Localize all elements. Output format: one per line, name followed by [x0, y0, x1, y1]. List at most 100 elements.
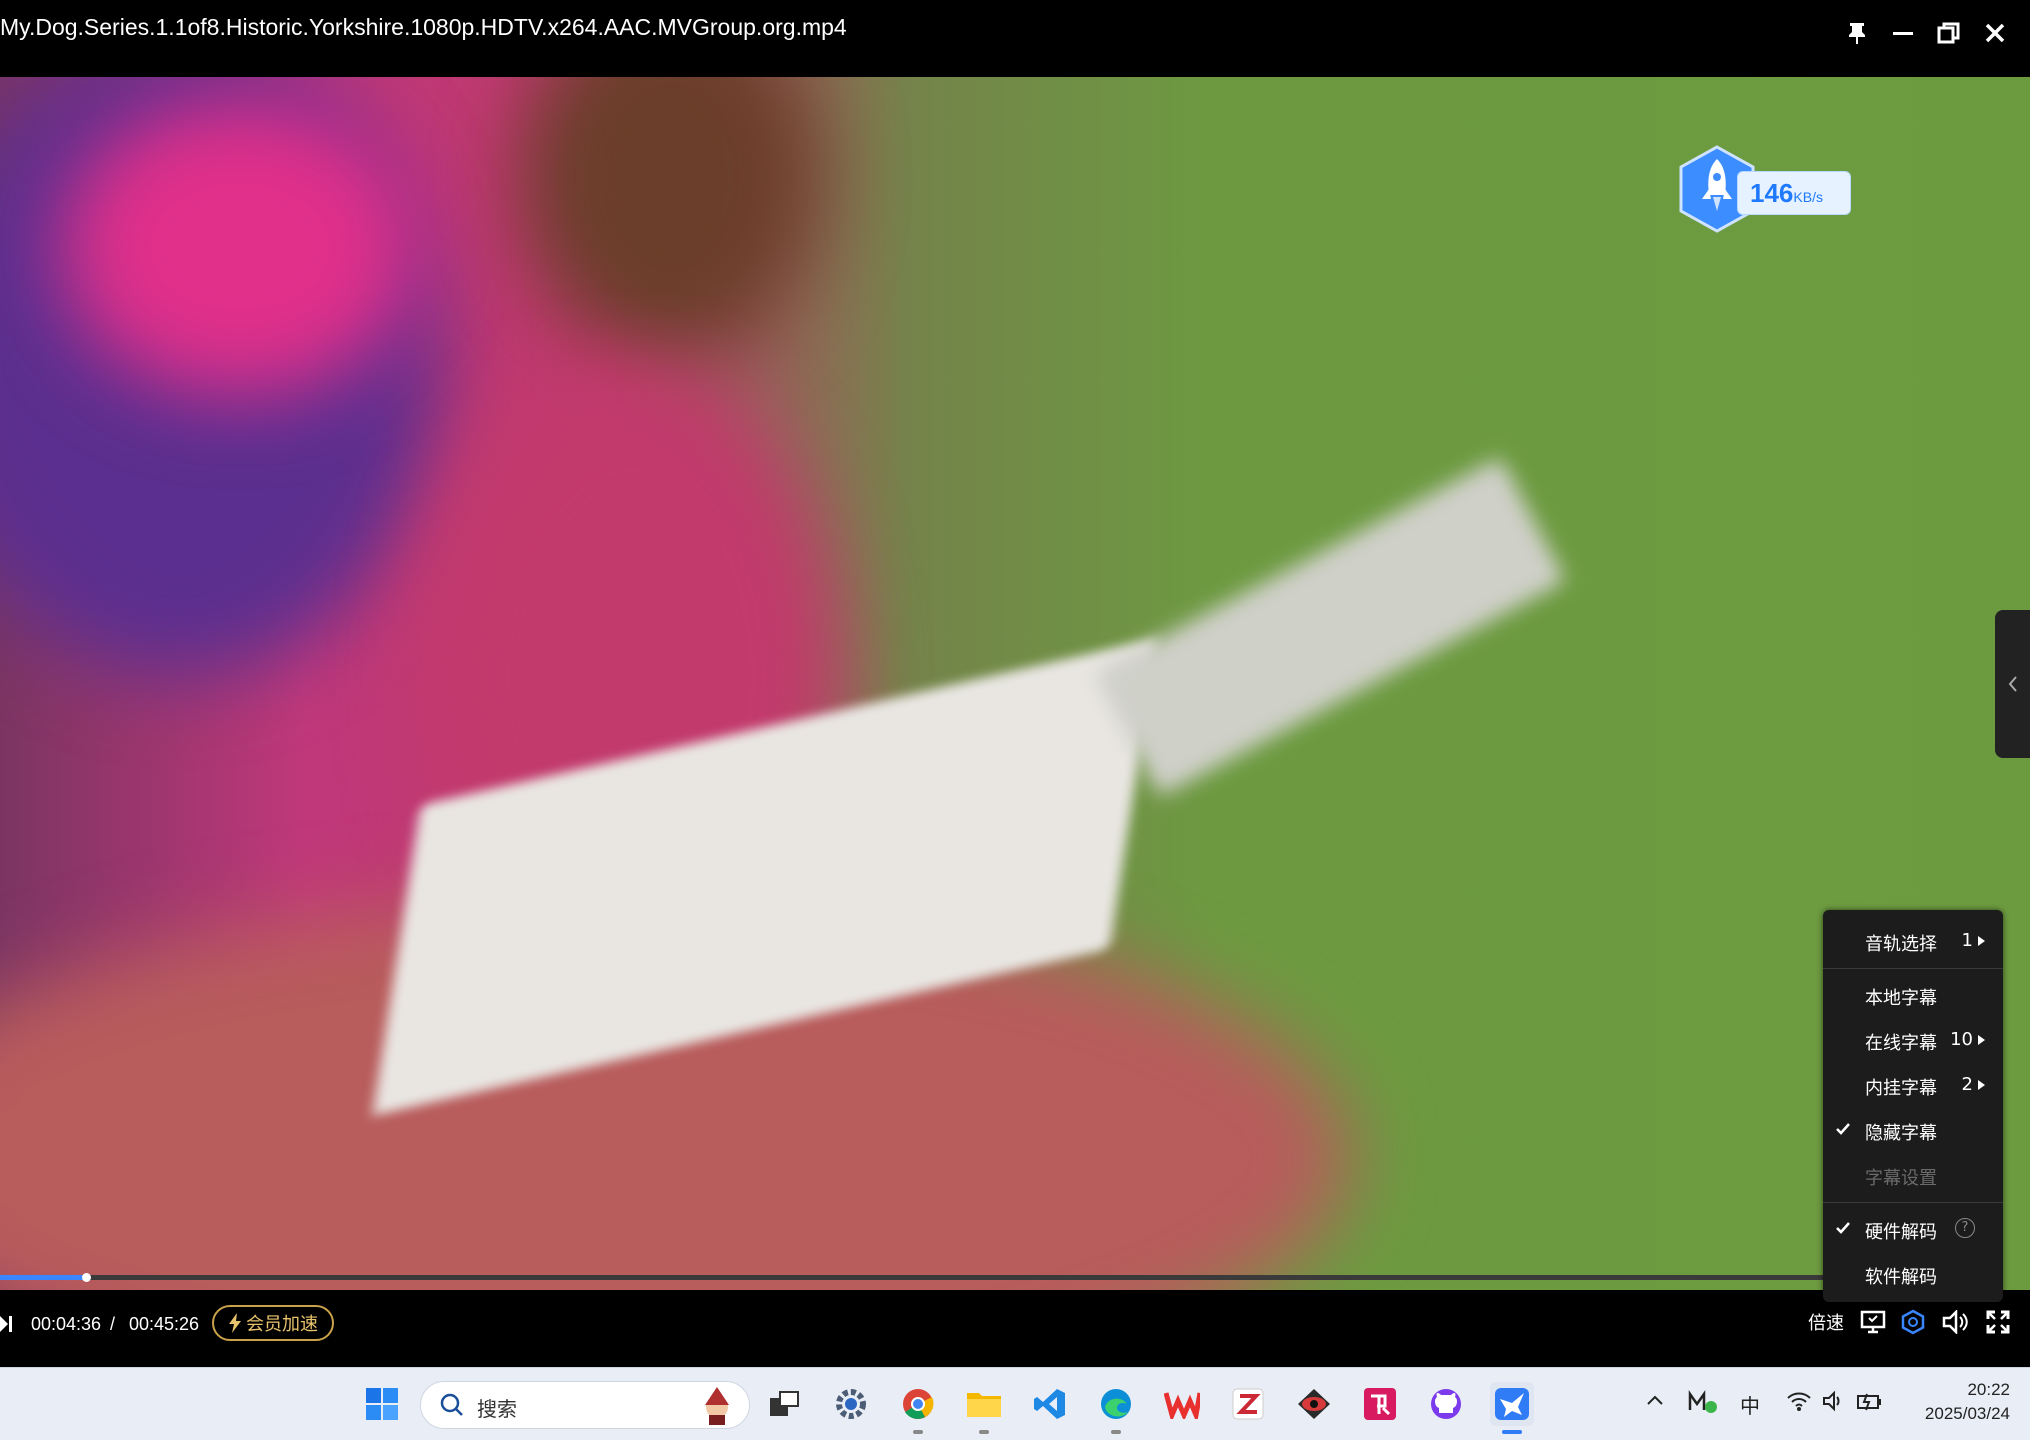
monitor-icon — [1860, 1310, 1886, 1334]
vip-accelerate-button[interactable]: 会员加速 — [212, 1305, 334, 1341]
playback-speed-button[interactable]: 倍速 — [1800, 1302, 1852, 1342]
tray-overflow-button[interactable] — [1645, 1390, 1665, 1415]
taskbar-zotero[interactable] — [1226, 1382, 1270, 1426]
accelerate-button[interactable] — [1895, 1302, 1931, 1342]
bird-icon — [1495, 1388, 1529, 1420]
speed-value: 146 — [1750, 178, 1794, 208]
taskbar-clock[interactable]: 20:22 2025/03/24 — [1890, 1378, 2010, 1426]
menu-item-label: 隐藏字幕 — [1865, 1123, 1937, 1144]
chevron-left-icon — [2008, 676, 2017, 692]
current-time: 00:04:36 — [31, 1314, 102, 1334]
pin-button[interactable] — [1834, 10, 1880, 56]
next-icon — [0, 1316, 12, 1332]
video-hair-shape — [520, 77, 820, 357]
start-button[interactable] — [360, 1382, 404, 1426]
taskbar-wps[interactable] — [1160, 1382, 1204, 1426]
wan-icon — [1364, 1388, 1396, 1420]
video-frame[interactable]: 146KB/s — [0, 77, 2030, 1290]
title-bar: My.Dog.Series.1.1of8.Historic.Yorkshire.… — [0, 0, 2030, 77]
volume-button[interactable] — [1937, 1302, 1973, 1342]
speaker-icon — [1942, 1310, 1968, 1334]
wps-icon — [1164, 1392, 1200, 1419]
submenu-arrow-icon — [1978, 936, 1985, 946]
taskbar-settings[interactable] — [829, 1382, 873, 1426]
side-panel-toggle[interactable] — [1995, 610, 2030, 758]
taskbar-chrome[interactable] — [896, 1382, 940, 1434]
fullscreen-icon — [1986, 1310, 2010, 1334]
wifi-button[interactable] — [1786, 1390, 1812, 1417]
taskbar-app-eye[interactable] — [1292, 1382, 1336, 1426]
speaker-icon — [1823, 1390, 1840, 1412]
eye-icon — [1298, 1389, 1330, 1419]
minimize-button[interactable] — [1880, 10, 1926, 56]
menu-divider — [1823, 968, 2003, 969]
minimize-icon — [1893, 32, 1913, 35]
playback-speed-label: 倍速 — [1808, 1313, 1844, 1334]
menu-item-software-decode[interactable]: 软件解码 — [1823, 1251, 2003, 1295]
taskbar-file-explorer[interactable] — [962, 1382, 1006, 1434]
taskbar-edge[interactable] — [1094, 1382, 1138, 1434]
menu-item-hide-subtitle[interactable]: 隐藏字幕 — [1823, 1107, 2003, 1151]
taskbar-search[interactable]: 搜索 — [420, 1381, 750, 1429]
checkmark-icon — [1836, 1123, 1850, 1135]
player-controls: 00:04:36 / 00:45:26 会员加速 倍速 — [0, 1290, 2030, 1367]
restore-icon — [1937, 22, 1960, 44]
vip-label: 会员加速 — [246, 1314, 318, 1335]
pin-icon — [1849, 23, 1865, 44]
menu-item-embedded-subtitle[interactable]: 内挂字幕 2 — [1823, 1062, 2003, 1106]
fullscreen-button[interactable] — [1978, 1302, 2018, 1342]
taskbar-app-wan[interactable] — [1358, 1382, 1402, 1426]
menu-item-label: 内挂字幕 — [1865, 1078, 1937, 1099]
screen-cast-button[interactable] — [1855, 1302, 1891, 1342]
menu-item-label: 在线字幕 — [1865, 1033, 1937, 1054]
search-placeholder: 搜索 — [477, 1397, 517, 1421]
ime-status-icon — [1688, 1390, 1717, 1413]
speed-unit: KB/s — [1793, 189, 1823, 205]
search-icon — [440, 1393, 463, 1416]
volume-tray-button[interactable] — [1822, 1390, 1846, 1417]
taskbar-github[interactable] — [1424, 1382, 1468, 1426]
time-separator: / — [110, 1314, 116, 1334]
menu-item-online-subtitle[interactable]: 在线字幕 10 — [1823, 1017, 2003, 1061]
seek-bar[interactable] — [0, 1273, 1825, 1282]
menu-item-label: 本地字幕 — [1865, 988, 1937, 1009]
battery-icon — [1857, 1393, 1881, 1411]
menu-item-value: 1 — [1961, 930, 1973, 951]
vscode-icon — [1034, 1389, 1065, 1419]
restore-button[interactable] — [1926, 10, 1972, 56]
menu-item-local-subtitle[interactable]: 本地字幕 — [1823, 972, 2003, 1016]
folder-icon — [967, 1393, 1001, 1417]
clock-time: 20:22 — [1967, 1380, 2010, 1399]
window-title: My.Dog.Series.1.1of8.Historic.Yorkshire.… — [0, 14, 847, 40]
menu-item-label: 音轨选择 — [1865, 934, 1937, 955]
search-highlight-icon — [705, 1387, 729, 1425]
taskbar-thunder-player[interactable] — [1490, 1382, 1534, 1434]
zotero-icon — [1232, 1388, 1264, 1420]
menu-divider — [1823, 1202, 2003, 1203]
next-button[interactable] — [0, 1314, 14, 1338]
submenu-arrow-icon — [1978, 1080, 1985, 1090]
menu-item-subtitle-settings: 字幕设置 — [1823, 1152, 2003, 1196]
running-indicator — [979, 1430, 989, 1434]
battery-button[interactable] — [1856, 1390, 1884, 1417]
close-icon — [1985, 23, 2005, 43]
menu-item-value: 2 — [1961, 1074, 1973, 1095]
taskbar-task-view[interactable] — [762, 1382, 806, 1426]
clock-date: 2025/03/24 — [1924, 1404, 2010, 1423]
ime-indicator[interactable]: 中 — [1740, 1390, 1760, 1419]
chrome-icon — [903, 1389, 934, 1419]
seek-bar-played — [0, 1275, 88, 1280]
menu-item-label: 软件解码 — [1865, 1267, 1937, 1288]
context-menu: 音轨选择 1 本地字幕 在线字幕 10 内挂字幕 2 隐藏字幕 字幕设置 硬件解… — [1823, 910, 2003, 1302]
close-button[interactable] — [1972, 10, 2018, 56]
menu-item-audio-track[interactable]: 音轨选择 1 — [1823, 918, 2003, 962]
menu-item-hardware-decode[interactable]: 硬件解码 ? — [1823, 1206, 2003, 1250]
help-icon[interactable]: ? — [1955, 1218, 1975, 1238]
taskbar-vscode[interactable] — [1028, 1382, 1072, 1426]
edge-icon — [1101, 1389, 1131, 1419]
gear-icon — [836, 1389, 866, 1419]
submenu-arrow-icon — [1978, 1035, 1985, 1045]
duration: 00:45:26 — [129, 1314, 200, 1334]
windows-logo-icon — [366, 1388, 398, 1420]
tray-app-icon[interactable] — [1688, 1390, 1718, 1419]
